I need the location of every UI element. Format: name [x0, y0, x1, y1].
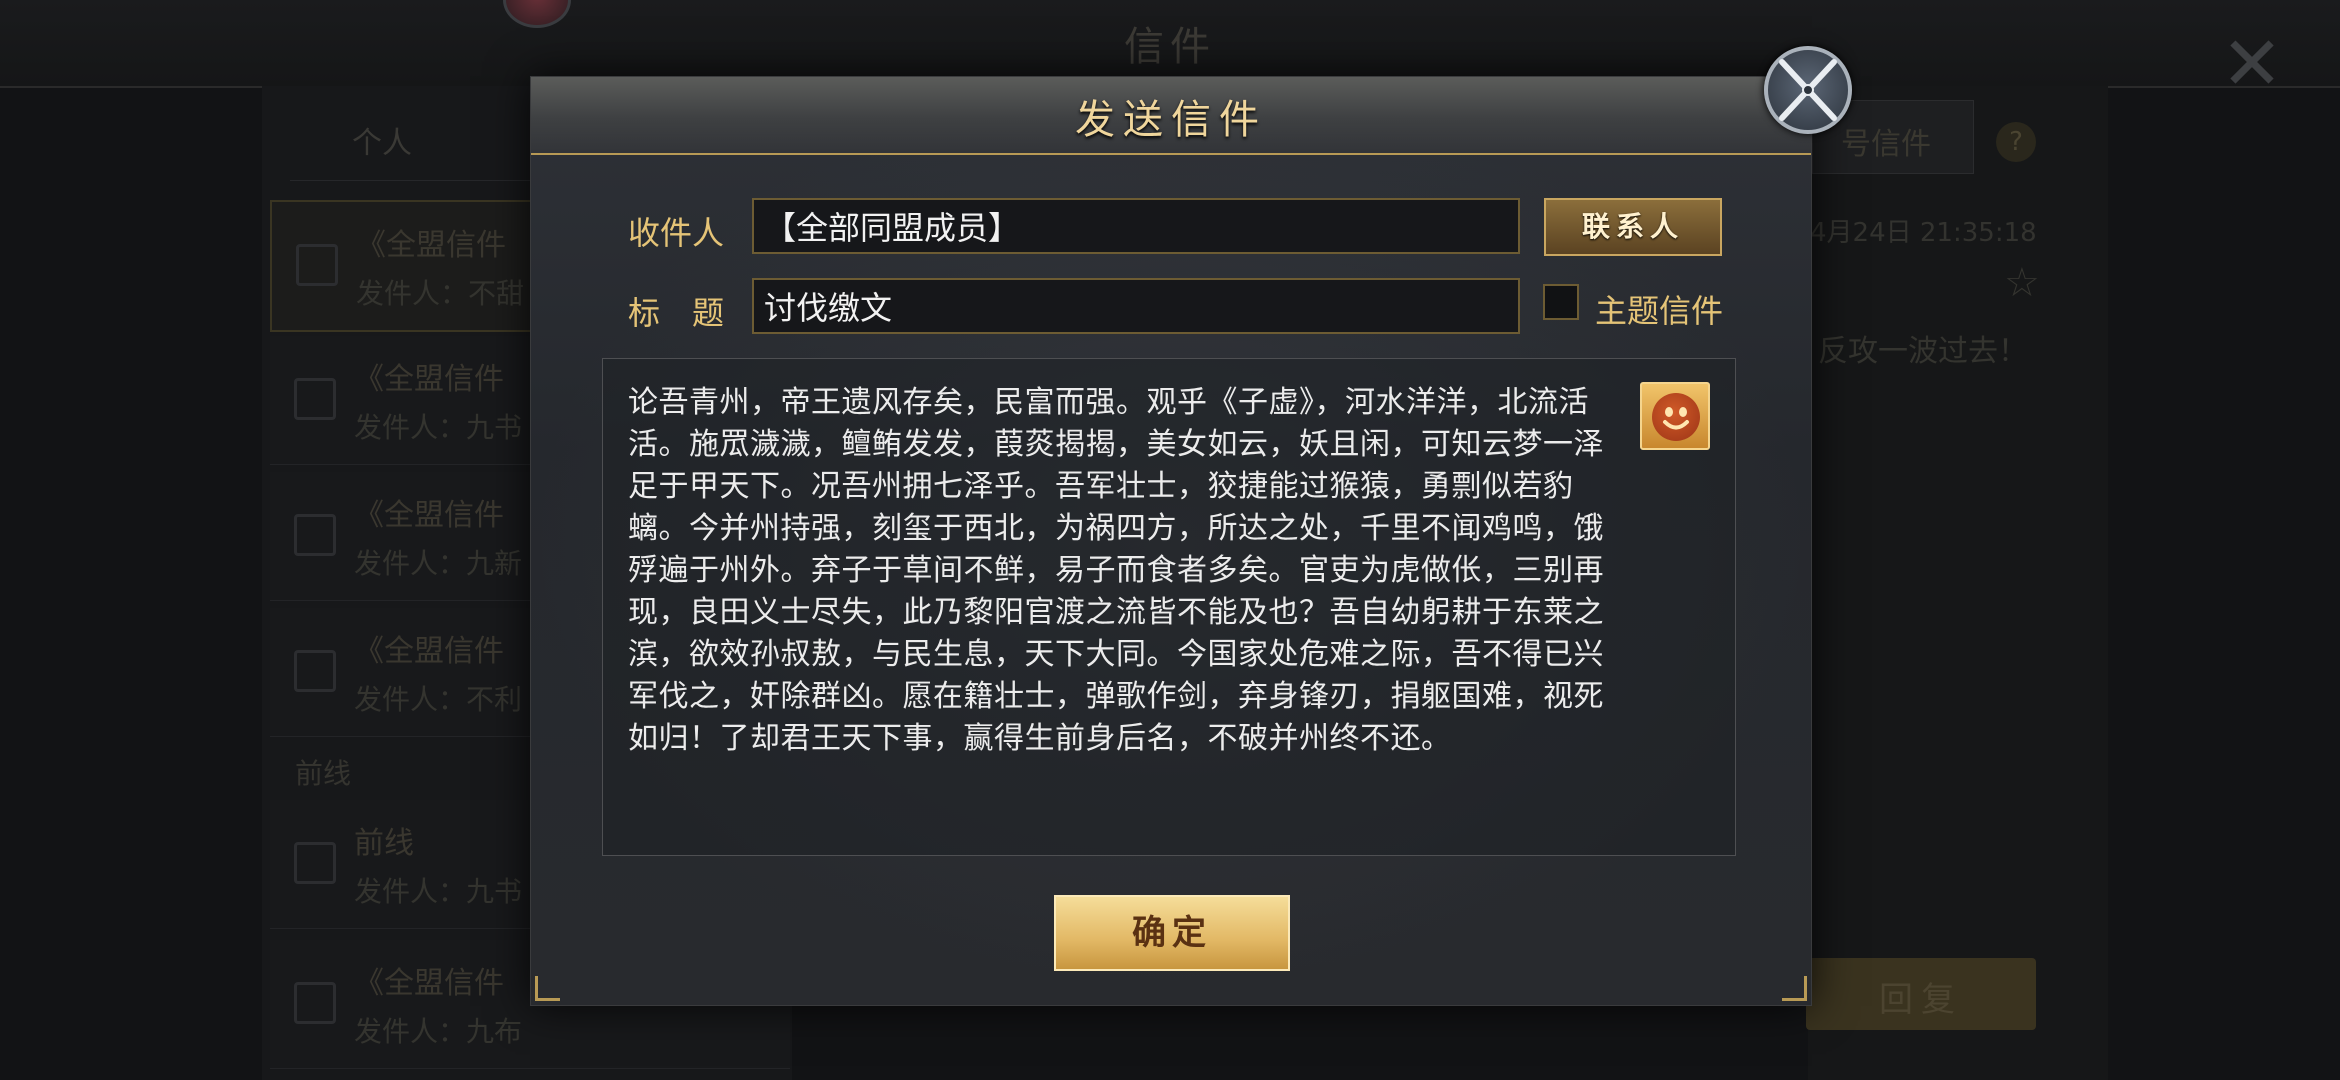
- mail-icon: [296, 244, 338, 286]
- confirm-button[interactable]: 确定: [1054, 895, 1290, 971]
- close-icon[interactable]: [1764, 46, 1852, 134]
- dialog-header: 发送信件: [531, 77, 1811, 155]
- theme-mail-checkbox[interactable]: [1543, 284, 1579, 320]
- reply-button[interactable]: 回复: [1806, 958, 2036, 1030]
- corner-ornament: [535, 976, 560, 1001]
- contacts-button[interactable]: 联系人: [1544, 198, 1722, 256]
- mail-icon: [294, 982, 336, 1024]
- emoji-button[interactable]: [1640, 382, 1710, 450]
- recipient-label: 收件人: [628, 214, 725, 252]
- mail-date: 4月24日 21:35:18: [1810, 218, 2037, 248]
- mail-section-label: 前线: [295, 757, 352, 790]
- mail-page-header: 信件: [0, 0, 2340, 88]
- mail-body-text: 论吾青州，帝王遗风存矣，民富而强。观乎《子虚》，河水洋洋，北流活活。施罛濊濊，鳣…: [628, 385, 1604, 756]
- emoji-icon: [1652, 393, 1700, 441]
- dialog-title: 发送信件: [1075, 97, 1267, 143]
- mail-icon: [294, 650, 336, 692]
- recipient-field[interactable]: 【全部同盟成员】: [752, 198, 1520, 254]
- star-icon[interactable]: ☆: [2004, 260, 2040, 306]
- mail-preview-text: 反攻一波过去！: [1818, 334, 2028, 369]
- theme-mail-label: 主题信件: [1595, 292, 1724, 330]
- subject-label: 标 题: [628, 294, 725, 332]
- mail-icon: [294, 378, 336, 420]
- mail-page-title: 信件: [1124, 24, 1216, 70]
- subject-field[interactable]: 讨伐缴文: [752, 278, 1520, 334]
- page-close-icon[interactable]: ✕: [2212, 24, 2292, 104]
- help-icon[interactable]: ?: [1996, 122, 2036, 162]
- mail-icon: [294, 514, 336, 556]
- mail-icon: [294, 842, 336, 884]
- corner-ornament: [1782, 976, 1807, 1001]
